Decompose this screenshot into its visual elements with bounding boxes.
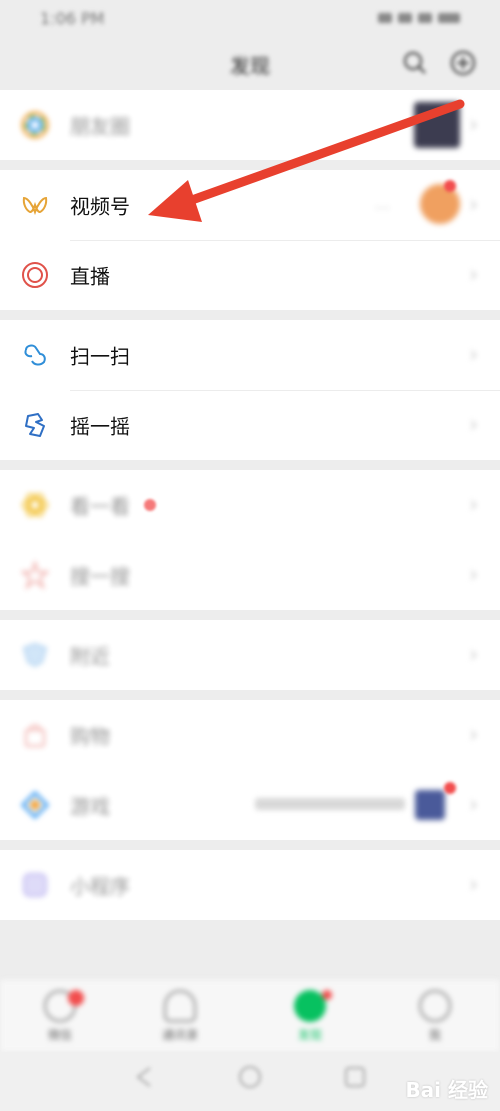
tab-contacts[interactable]: 通讯录 — [140, 990, 220, 1043]
group-nearby: 附近 › — [0, 620, 500, 690]
tab-discover[interactable]: 发现 — [270, 990, 350, 1043]
moments-icon — [21, 111, 49, 139]
mini-programs-icon — [23, 873, 47, 897]
moments-preview-image — [414, 102, 460, 148]
chevron-right-icon: › — [469, 412, 478, 438]
notification-dot — [144, 499, 156, 511]
notification-dot — [322, 990, 332, 1000]
list-item-top-stories[interactable]: 看一看 › — [0, 470, 500, 540]
tab-me[interactable]: 我 — [395, 990, 475, 1043]
contacts-icon — [164, 990, 196, 1022]
chevron-right-icon: › — [469, 112, 478, 138]
back-icon[interactable] — [132, 1064, 158, 1090]
watermark: Bai 经验 — [405, 1078, 488, 1102]
tab-label: 通讯录 — [161, 1028, 198, 1042]
notification-dot — [444, 180, 456, 192]
home-icon[interactable] — [237, 1064, 263, 1090]
group-mini-programs: 小程序 › — [0, 850, 500, 920]
games-icon — [20, 790, 50, 820]
list-item-label: 视频号 — [70, 194, 130, 219]
list-item-moments[interactable]: 朋友圈 › — [0, 90, 500, 160]
chevron-right-icon: › — [469, 562, 478, 588]
list-item-label: 看一看 — [70, 494, 130, 519]
top-stories-icon — [22, 493, 48, 517]
tab-chats[interactable]: 微信 — [20, 990, 100, 1043]
list-item-scan[interactable]: 扫一扫 › — [0, 320, 500, 390]
list-item-nearby[interactable]: 附近 › — [0, 620, 500, 690]
chevron-right-icon: › — [469, 262, 478, 288]
status-time: 1:06 PM — [40, 8, 105, 28]
group-top-stories: 看一看 › 搜一搜 › — [0, 470, 500, 610]
chevron-right-icon: › — [469, 872, 478, 898]
header: 发现 — [0, 36, 500, 90]
me-icon — [419, 990, 451, 1022]
scan-icon — [24, 344, 46, 366]
recents-icon[interactable] — [342, 1064, 368, 1090]
chevron-right-icon: › — [469, 192, 478, 218]
status-icons — [378, 13, 460, 23]
list-item-label: 朋友圈 — [70, 114, 130, 139]
notification-dot — [444, 782, 456, 794]
chevron-right-icon: › — [469, 792, 478, 818]
games-preview-image — [415, 790, 445, 820]
chevron-right-icon: › — [469, 492, 478, 518]
system-nav-bar: Bai 经验 — [0, 1052, 500, 1111]
channels-detail: ... — [374, 194, 390, 213]
chevron-right-icon: › — [469, 342, 478, 368]
list-item-label: 购物 — [70, 724, 110, 749]
list-item-live[interactable]: 直播 › — [0, 240, 500, 310]
shake-icon — [25, 413, 45, 437]
list-item-label: 直播 — [70, 264, 110, 289]
list-item-search[interactable]: 搜一搜 › — [0, 540, 500, 610]
chevron-right-icon: › — [469, 722, 478, 748]
bottom-nav: 微信 通讯录 发现 我 — [0, 980, 500, 1052]
group-moments: 朋友圈 › — [0, 90, 500, 160]
list-item-shake[interactable]: 摇一摇 › — [0, 390, 500, 460]
list-item-label: 搜一搜 — [70, 564, 130, 589]
notification-dot — [68, 990, 84, 1006]
tab-label: 发现 — [297, 1028, 322, 1042]
chevron-right-icon: › — [469, 642, 478, 668]
games-detail — [255, 798, 405, 810]
list-item-games[interactable]: 游戏 › — [0, 770, 500, 840]
list-item-label: 小程序 — [70, 874, 130, 899]
search-feature-icon — [20, 560, 50, 590]
list-item-label: 游戏 — [70, 794, 110, 819]
search-icon[interactable] — [402, 50, 428, 76]
channels-icon — [22, 196, 48, 216]
list-item-label: 摇一摇 — [70, 414, 130, 439]
group-scan: 扫一扫 › 摇一摇 › — [0, 320, 500, 460]
tab-label: 微信 — [47, 1028, 72, 1042]
nearby-icon — [22, 642, 48, 668]
group-channels: 视频号 ... › 直播 › — [0, 170, 500, 310]
live-icon — [22, 262, 48, 288]
list-item-label: 扫一扫 — [70, 344, 130, 369]
add-icon[interactable] — [450, 50, 476, 76]
list-item-channels[interactable]: 视频号 ... › — [0, 170, 500, 240]
group-shopping: 购物 › 游戏 › — [0, 700, 500, 840]
shopping-icon — [25, 724, 45, 747]
list-item-shopping[interactable]: 购物 › — [0, 700, 500, 770]
list-item-mini-programs[interactable]: 小程序 › — [0, 850, 500, 920]
list-item-label: 附近 — [70, 644, 110, 669]
status-bar: 1:06 PM — [0, 0, 500, 36]
tab-label: 我 — [428, 1028, 441, 1042]
